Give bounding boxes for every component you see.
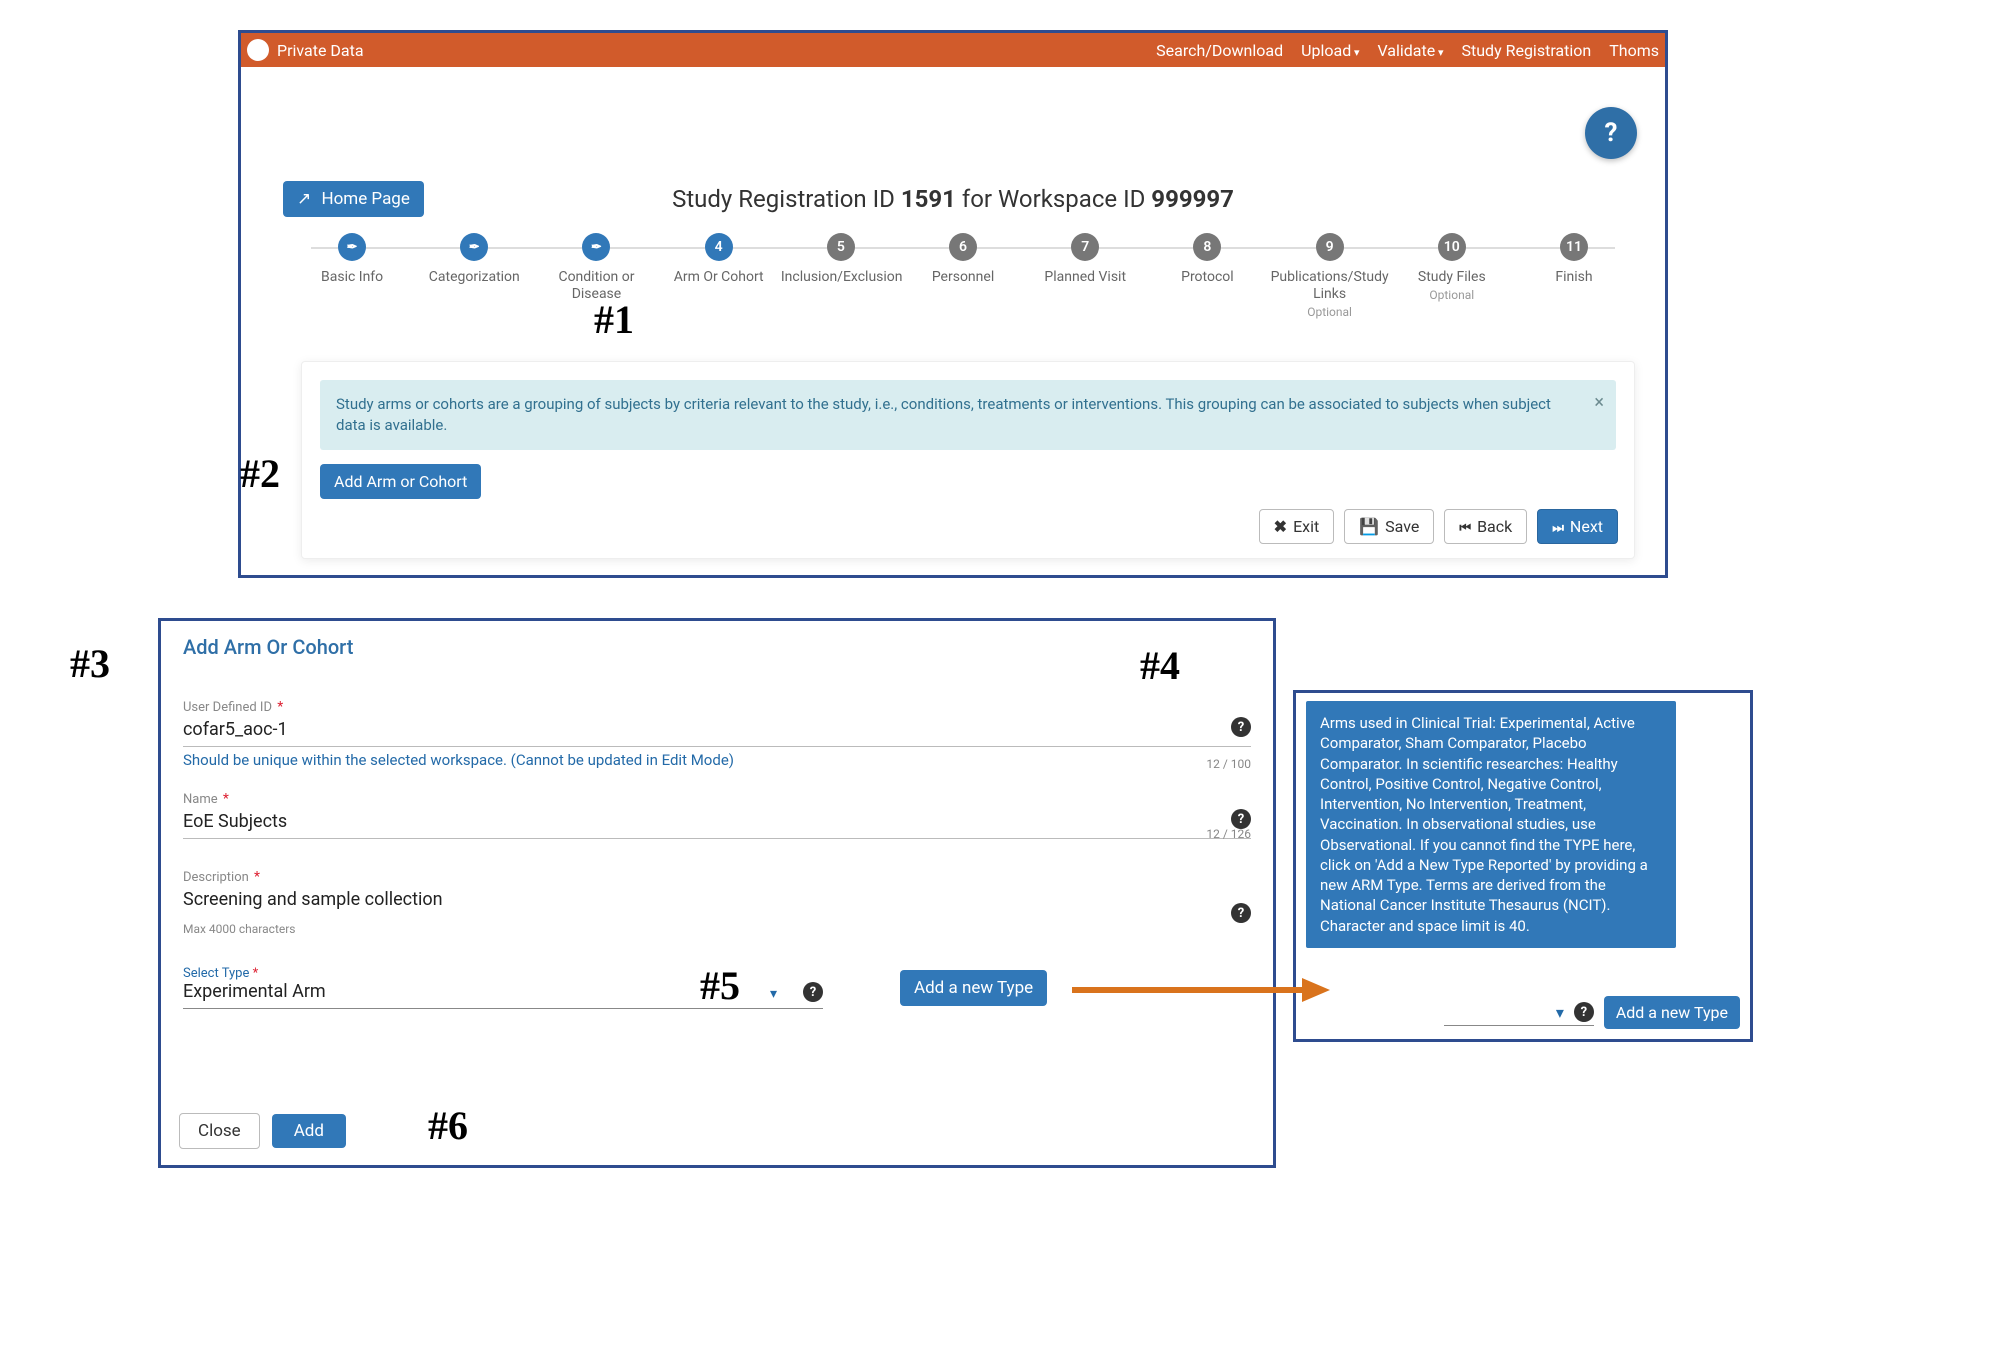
step-label: Arm Or Cohort bbox=[674, 269, 764, 286]
wizard-stepper: Basic Info Categorization Condition or Dis… bbox=[291, 233, 1635, 319]
user-defined-id-input[interactable]: cofar5_aoc-1 bbox=[183, 715, 1251, 747]
close-button[interactable]: Close bbox=[179, 1113, 260, 1149]
modal-title: Add Arm Or Cohort bbox=[183, 635, 1251, 659]
pencil-icon bbox=[338, 233, 366, 261]
modal-footer: Close Add bbox=[179, 1113, 346, 1149]
step-content-card: Study arms or cohorts are a grouping of … bbox=[301, 361, 1635, 559]
step-optional-label: Optional bbox=[1307, 305, 1352, 319]
topbar: ✽ Private Data Search/Download Upload Va… bbox=[241, 33, 1665, 67]
next-button[interactable]: Next bbox=[1537, 509, 1618, 544]
annotation-3: #3 bbox=[70, 640, 110, 687]
step-label: Categorization bbox=[429, 269, 520, 286]
type-strip: ▾ ? Add a new Type bbox=[1306, 996, 1740, 1029]
brand-label: Private Data bbox=[277, 41, 364, 60]
step-optional-label: Optional bbox=[1429, 288, 1474, 302]
step-basic-info[interactable]: Basic Info bbox=[291, 233, 413, 286]
name-input[interactable]: EoE Subjects bbox=[183, 807, 1251, 839]
add-arm-or-cohort-button[interactable]: Add Arm or Cohort bbox=[320, 464, 481, 499]
step-label: Inclusion/Exclusion bbox=[781, 269, 901, 286]
step-number-icon: 8 bbox=[1193, 233, 1221, 261]
info-alert: Study arms or cohorts are a grouping of … bbox=[320, 380, 1616, 450]
step-inclusion-exclusion[interactable]: 5 Inclusion/Exclusion bbox=[780, 233, 902, 286]
step-categorization[interactable]: Categorization bbox=[413, 233, 535, 286]
chevron-down-icon: ▾ bbox=[1556, 1003, 1564, 1022]
pencil-icon bbox=[582, 233, 610, 261]
study-registration-panel: ✽ Private Data Search/Download Upload Va… bbox=[238, 30, 1668, 578]
nav-study-registration[interactable]: Study Registration bbox=[1461, 41, 1591, 60]
step-label: Finish bbox=[1555, 269, 1592, 286]
annotation-5: #5 bbox=[700, 962, 740, 1009]
question-icon: ? bbox=[1605, 118, 1618, 148]
step-label: Protocol bbox=[1181, 269, 1234, 286]
step-number-icon: 9 bbox=[1316, 233, 1344, 261]
add-button[interactable]: Add bbox=[272, 1114, 346, 1148]
annotation-2: #2 bbox=[240, 450, 280, 497]
help-icon[interactable]: ? bbox=[1231, 809, 1251, 829]
step-arm-or-cohort[interactable]: 4 Arm Or Cohort bbox=[658, 233, 780, 286]
wizard-footer-buttons: Exit Save Back Next bbox=[1259, 509, 1618, 544]
step-publications-study-links[interactable]: 9 Publications/Study Links Optional bbox=[1269, 233, 1391, 319]
name-field: Name * EoE Subjects ? 12 / 126 bbox=[183, 791, 1251, 839]
step-number-icon: 10 bbox=[1438, 233, 1466, 261]
exit-button[interactable]: Exit bbox=[1259, 509, 1335, 544]
help-icon[interactable]: ? bbox=[1574, 1002, 1594, 1022]
help-icon[interactable]: ? bbox=[1231, 903, 1251, 923]
chevron-down-icon[interactable]: ▾ bbox=[770, 986, 777, 1002]
page-title: Study Registration ID 1591 for Workspace… bbox=[241, 185, 1665, 213]
app-logo-icon: ✽ bbox=[247, 39, 269, 61]
annotation-6: #6 bbox=[428, 1102, 468, 1149]
alert-close-icon[interactable]: × bbox=[1594, 390, 1604, 415]
annotation-4: #4 bbox=[1140, 642, 1180, 689]
description-field: Description * Screening and sample colle… bbox=[183, 869, 1251, 936]
help-icon[interactable]: ? bbox=[803, 982, 823, 1002]
step-label: Publications/Study Links bbox=[1270, 269, 1390, 303]
alert-text: Study arms or cohorts are a grouping of … bbox=[336, 395, 1551, 434]
user-defined-id-hint: Should be unique within the selected wor… bbox=[183, 751, 1251, 769]
step-personnel[interactable]: 6 Personnel bbox=[902, 233, 1024, 286]
step-study-files[interactable]: 10 Study Files Optional bbox=[1391, 233, 1513, 302]
step-condition-or-disease[interactable]: Condition or Disease bbox=[535, 233, 657, 303]
back-button[interactable]: Back bbox=[1444, 509, 1527, 544]
user-defined-id-field: User Defined ID * cofar5_aoc-1 ? Should … bbox=[183, 699, 1251, 769]
type-tooltip: Arms used in Clinical Trial: Experimenta… bbox=[1306, 701, 1676, 948]
select-type-mini[interactable]: ▾ ? bbox=[1444, 1000, 1594, 1026]
save-button[interactable]: Save bbox=[1344, 509, 1434, 544]
nav-validate[interactable]: Validate bbox=[1377, 41, 1443, 60]
help-icon[interactable]: ? bbox=[1231, 717, 1251, 737]
user-defined-id-counter: 12 / 100 bbox=[1206, 757, 1251, 771]
step-number-icon: 5 bbox=[827, 233, 855, 261]
annotation-1: #1 bbox=[594, 296, 634, 343]
step-number-icon: 6 bbox=[949, 233, 977, 261]
pencil-icon bbox=[460, 233, 488, 261]
step-number-icon: 7 bbox=[1071, 233, 1099, 261]
name-counter: 12 / 126 bbox=[1206, 827, 1251, 841]
help-button[interactable]: ? bbox=[1585, 107, 1637, 159]
select-type-dropdown[interactable]: Experimental Arm bbox=[183, 981, 750, 1002]
nav-user[interactable]: Thoms bbox=[1609, 41, 1659, 60]
description-input[interactable]: Screening and sample collection bbox=[183, 885, 1251, 916]
step-number-icon: 4 bbox=[705, 233, 733, 261]
nav-search-download[interactable]: Search/Download bbox=[1156, 41, 1283, 60]
step-planned-visit[interactable]: 7 Planned Visit bbox=[1024, 233, 1146, 286]
step-label: Condition or Disease bbox=[536, 269, 656, 303]
add-new-type-button[interactable]: Add a new Type bbox=[900, 970, 1047, 1006]
step-label: Study Files bbox=[1418, 269, 1486, 286]
step-number-icon: 11 bbox=[1560, 233, 1588, 261]
nav-upload[interactable]: Upload bbox=[1301, 41, 1359, 60]
step-label: Planned Visit bbox=[1044, 269, 1126, 286]
step-finish[interactable]: 11 Finish bbox=[1513, 233, 1635, 286]
add-arm-modal: Add Arm Or Cohort User Defined ID * cofa… bbox=[158, 618, 1276, 1168]
step-protocol[interactable]: 8 Protocol bbox=[1146, 233, 1268, 286]
step-label: Personnel bbox=[932, 269, 994, 286]
type-tooltip-panel: Arms used in Clinical Trial: Experimenta… bbox=[1293, 690, 1753, 1042]
arrow-icon bbox=[1072, 976, 1332, 1016]
step-label: Basic Info bbox=[321, 269, 383, 286]
add-new-type-button-small[interactable]: Add a new Type bbox=[1604, 996, 1740, 1029]
description-note: Max 4000 characters bbox=[183, 922, 1251, 936]
